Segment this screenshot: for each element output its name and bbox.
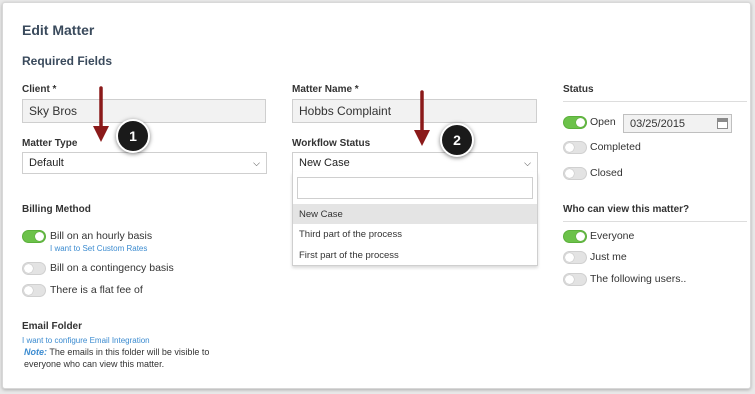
callout-badge-1: 1 [116, 119, 150, 153]
workflow-status-select[interactable]: New Case ⌵ [292, 152, 538, 174]
status-date-input[interactable]: 03/25/2015 [623, 114, 732, 133]
billing-hourly-label: Bill on an hourly basis [50, 230, 153, 242]
dropdown-search-input[interactable] [297, 177, 533, 199]
billing-contingency-toggle[interactable] [22, 262, 46, 275]
custom-rates-link[interactable]: I want to Set Custom Rates [50, 244, 147, 253]
billing-flat-fee-toggle[interactable] [22, 284, 46, 297]
note-label: Note: [24, 347, 47, 357]
chevron-down-icon: ⌵ [524, 157, 531, 168]
email-folder-note: Note: The emails in this folder will be … [24, 347, 209, 358]
client-label: Client * [22, 84, 57, 95]
status-closed-toggle[interactable] [563, 167, 587, 180]
arrow-down-icon [93, 86, 109, 142]
email-folder-label: Email Folder [22, 321, 83, 332]
matter-type-select[interactable]: Default ⌵ [22, 152, 267, 174]
client-field[interactable]: Sky Bros [22, 99, 266, 123]
status-closed-label: Closed [590, 167, 623, 179]
section-title: Required Fields [22, 54, 113, 68]
matter-name-value: Hobbs Complaint [299, 104, 392, 118]
status-date-value: 03/25/2015 [630, 117, 686, 130]
visibility-divider [563, 221, 747, 222]
matter-type-label: Matter Type [22, 138, 78, 149]
status-open-toggle[interactable] [563, 116, 587, 129]
visibility-following-users-label: The following users.. [590, 273, 687, 285]
billing-hourly-toggle[interactable] [22, 230, 46, 243]
dropdown-option[interactable]: First part of the process [293, 245, 537, 265]
visibility-just-me-toggle[interactable] [563, 251, 587, 264]
calendar-icon[interactable] [717, 118, 728, 129]
note-text-2: everyone who can view this matter. [24, 359, 165, 369]
workflow-status-dropdown: New Case Third part of the process First… [292, 172, 538, 266]
workflow-status-selected: New Case [299, 157, 350, 169]
matter-type-selected: Default [29, 157, 64, 169]
configure-email-link[interactable]: I want to configure Email Integration [22, 336, 150, 345]
status-completed-label: Completed [590, 141, 641, 153]
visibility-label: Who can view this matter? [563, 204, 690, 215]
chevron-down-icon: ⌵ [253, 157, 260, 168]
visibility-everyone-label: Everyone [590, 230, 635, 242]
status-label: Status [563, 84, 594, 95]
arrow-down-icon [414, 90, 430, 146]
callout-badge-2: 2 [440, 123, 474, 157]
status-completed-toggle[interactable] [563, 141, 587, 154]
dropdown-option[interactable]: Third part of the process [293, 224, 537, 244]
status-open-label: Open [590, 116, 616, 128]
visibility-everyone-toggle[interactable] [563, 230, 587, 243]
client-value: Sky Bros [29, 104, 78, 118]
billing-contingency-label: Bill on a contingency basis [50, 262, 174, 274]
status-divider [563, 101, 747, 102]
note-text-1: The emails in this folder will be visibl… [49, 347, 210, 357]
visibility-just-me-label: Just me [590, 251, 627, 263]
workflow-status-label: Workflow Status [292, 138, 371, 149]
billing-method-label: Billing Method [22, 204, 91, 215]
visibility-following-users-toggle[interactable] [563, 273, 587, 286]
billing-flat-fee-label: There is a flat fee of [50, 284, 143, 296]
matter-name-label: Matter Name * [292, 84, 359, 95]
dropdown-option[interactable]: New Case [293, 204, 537, 224]
page-title: Edit Matter [22, 22, 95, 38]
